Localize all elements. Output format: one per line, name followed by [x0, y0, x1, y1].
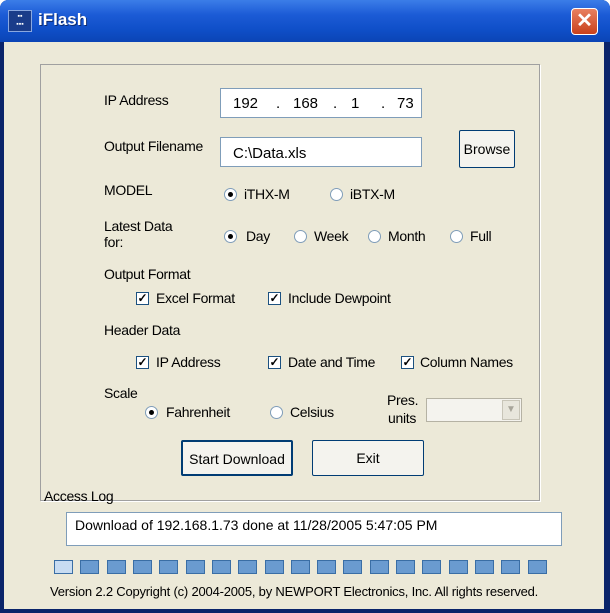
progress-segment: [448, 560, 468, 574]
window-title: iFlash: [38, 10, 88, 29]
exit-button[interactable]: Exit: [312, 440, 424, 476]
model-ithx-radio[interactable]: [224, 188, 237, 201]
chevron-down-icon[interactable]: ▼: [502, 400, 520, 420]
include-dewpoint-label: Include Dewpoint: [288, 290, 391, 306]
model-label: MODEL: [104, 182, 153, 198]
header-columns-checkbox[interactable]: ✓: [401, 356, 414, 369]
model-ithx-label: iTHX-M: [244, 186, 290, 202]
progress-segment: [396, 560, 416, 574]
model-ibtx-radio[interactable]: [330, 188, 343, 201]
progress-bar: [54, 560, 554, 574]
progress-segment: [106, 560, 126, 574]
client-area: IP Address 192 . 168 . 1 . 73 Output Fil…: [4, 42, 604, 609]
progress-segment: [501, 560, 521, 574]
model-ibtx-label: iBTX-M: [350, 186, 395, 202]
progress-segment: [475, 560, 495, 574]
output-filename-label: Output Filename: [104, 138, 203, 154]
progress-segment: [369, 560, 389, 574]
pres-units-label-2: units: [388, 410, 417, 426]
progress-segment: [159, 560, 179, 574]
header-date-label: Date and Time: [288, 354, 376, 370]
latest-data-label-for: for:: [104, 234, 124, 250]
pres-units-select[interactable]: ▼: [426, 398, 522, 422]
start-download-button[interactable]: Start Download: [181, 440, 293, 476]
latest-month-label: Month: [388, 228, 426, 244]
ip-address-label: IP Address: [104, 92, 169, 108]
progress-segment: [264, 560, 284, 574]
header-ip-checkbox[interactable]: ✓: [136, 356, 149, 369]
excel-format-checkbox[interactable]: ✓: [136, 292, 149, 305]
latest-month-radio[interactable]: [368, 230, 381, 243]
pres-units-label: Pres.: [387, 392, 419, 408]
excel-format-label: Excel Format: [156, 290, 235, 306]
latest-day-label: Day: [246, 228, 270, 244]
latest-day-radio[interactable]: [224, 230, 237, 243]
header-ip-label: IP Address: [156, 354, 221, 370]
latest-week-radio[interactable]: [294, 230, 307, 243]
header-date-checkbox[interactable]: ✓: [268, 356, 281, 369]
progress-segment: [238, 560, 258, 574]
close-button[interactable]: ✕: [571, 8, 598, 35]
ip-address-field[interactable]: 192 . 168 . 1 . 73: [220, 88, 422, 118]
latest-full-label: Full: [470, 228, 492, 244]
progress-segment: [317, 560, 337, 574]
ip-octet-2: 168: [293, 95, 319, 112]
browse-button[interactable]: Browse: [459, 130, 515, 168]
header-data-label: Header Data: [104, 322, 181, 338]
include-dewpoint-checkbox[interactable]: ✓: [268, 292, 281, 305]
ip-octet-1: 192: [233, 95, 259, 112]
app-window: ▪▪ ▪▪▪ iFlash ✕ IP Address 192 . 168 . 1 …: [0, 0, 610, 613]
latest-data-label: Latest Data: [104, 218, 173, 234]
output-filename-input[interactable]: C:\Data.xls: [220, 137, 422, 167]
scale-fahrenheit-radio[interactable]: [145, 406, 158, 419]
scale-fahrenheit-label: Fahrenheit: [166, 404, 230, 420]
progress-segment: [80, 560, 100, 574]
header-columns-label: Column Names: [420, 354, 513, 370]
scale-celsius-radio[interactable]: [270, 406, 283, 419]
output-format-label: Output Format: [104, 266, 191, 282]
ip-separator: .: [333, 95, 338, 112]
scale-celsius-label: Celsius: [290, 404, 334, 420]
access-log-label: Access Log: [44, 488, 114, 504]
app-logo-icon: ▪▪ ▪▪▪: [8, 10, 32, 32]
ip-octet-3: 1: [351, 95, 360, 112]
progress-segment: [185, 560, 205, 574]
ip-separator: .: [276, 95, 281, 112]
access-log-text[interactable]: Download of 192.168.1.73 done at 11/28/2…: [66, 512, 562, 546]
version-copyright: Version 2.2 Copyright (c) 2004-2005, by …: [50, 584, 539, 599]
progress-segment: [54, 560, 73, 574]
title-bar[interactable]: ▪▪ ▪▪▪ iFlash ✕: [0, 0, 610, 42]
progress-segment: [343, 560, 363, 574]
progress-segment: [132, 560, 152, 574]
progress-segment: [211, 560, 231, 574]
progress-segment: [290, 560, 310, 574]
latest-full-radio[interactable]: [450, 230, 463, 243]
progress-segment: [422, 560, 442, 574]
scale-label: Scale: [104, 385, 138, 401]
progress-segment: [527, 560, 547, 574]
latest-week-label: Week: [314, 228, 349, 244]
ip-separator: .: [381, 95, 386, 112]
ip-octet-4: 73: [397, 95, 414, 112]
